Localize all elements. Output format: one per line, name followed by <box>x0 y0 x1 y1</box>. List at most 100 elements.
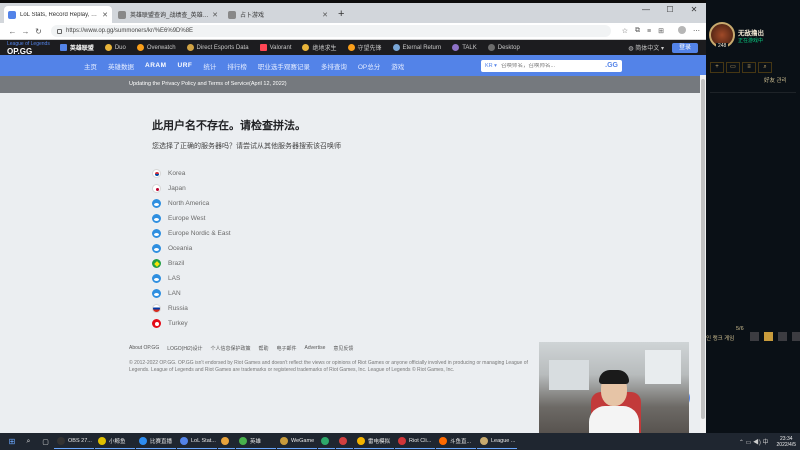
taskbar-app[interactable]: 雷电模拟 <box>354 434 394 449</box>
mission-icon[interactable] <box>778 332 787 341</box>
taskbar-app[interactable]: Riot Cli... <box>395 434 435 449</box>
task-view-icon[interactable]: ▢ <box>37 433 54 450</box>
search-icon[interactable]: ⌕ <box>20 433 37 450</box>
region-item-russia[interactable]: Russia <box>152 301 632 316</box>
taskbar-app[interactable]: 英雄 <box>236 434 276 449</box>
subnav-op-score[interactable]: OP总分 <box>358 61 380 71</box>
close-icon[interactable]: ✕ <box>322 11 328 19</box>
taskbar-app[interactable]: WeGame <box>277 434 317 449</box>
footer-link-advertise[interactable]: Advertise <box>305 345 326 352</box>
search-button[interactable]: .GG <box>605 62 618 69</box>
more-icon[interactable]: ⋯ <box>693 27 700 35</box>
back-icon[interactable]: ← <box>6 27 19 36</box>
help-icon[interactable] <box>792 332 800 341</box>
game-pubg[interactable]: 绝地求生 <box>302 43 337 52</box>
summoner-name: 无敌撸出 <box>738 30 764 37</box>
app-icon <box>239 437 247 445</box>
add-friend-icon[interactable]: + <box>710 62 724 73</box>
search-icon[interactable]: ⌕ <box>758 62 772 73</box>
subnav-pro-spectate[interactable]: 职业选手观赛记录 <box>258 61 310 71</box>
subnav-home[interactable]: 主页 <box>84 61 97 71</box>
subnav-multisearch[interactable]: 多排查询 <box>321 61 347 71</box>
notice-bar[interactable]: Updating the Privacy Policy and Terms of… <box>0 76 706 93</box>
footer-link-logo[interactable]: LOGO(Hi2)设计 <box>167 345 202 352</box>
eternal-return-icon <box>392 44 400 51</box>
game-eternal-return[interactable]: Eternal Return <box>392 44 441 51</box>
footer-link-feedback[interactable]: 意见反馈 <box>333 345 353 352</box>
profile-icon[interactable] <box>671 26 686 36</box>
collections-icon[interactable]: ⊞ <box>658 27 664 35</box>
footer-link-email[interactable]: 电子邮件 <box>277 345 297 352</box>
minimize-button[interactable]: — <box>634 3 658 17</box>
region-select[interactable]: KR ▾ <box>485 63 497 69</box>
close-icon[interactable]: ✕ <box>102 11 108 19</box>
taskbar-app[interactable]: LoL Stat... <box>177 434 217 449</box>
close-window-button[interactable]: ✕ <box>682 3 706 17</box>
subnav-stats[interactable]: 统计 <box>203 61 216 71</box>
game-esports[interactable]: Direct Esports Data <box>186 44 249 51</box>
region-item-brazil[interactable]: Brazil <box>152 256 632 271</box>
friends-label[interactable]: 好友 관리 <box>764 76 787 84</box>
region-item-japan[interactable]: Japan <box>152 181 632 196</box>
taskbar-app[interactable]: 小鲸鱼 <box>95 434 135 449</box>
windows-start-icon[interactable]: ⊞ <box>4 433 20 450</box>
search-input[interactable] <box>500 62 606 69</box>
tab-opgg[interactable]: LoL Stats, Record Replay, Guide ✕ <box>4 6 112 23</box>
duo-icon <box>104 44 112 51</box>
taskbar-app[interactable]: OBS 27... <box>54 434 94 449</box>
list-icon[interactable]: ≡ <box>742 62 756 73</box>
language-select[interactable]: ◍ 简体中文 ▾ <box>628 43 664 52</box>
subnav-leaderboards[interactable]: 排行榜 <box>227 61 247 71</box>
region-item-oceania[interactable]: Oceania <box>152 241 632 256</box>
game-overwatch[interactable]: Overwatch <box>136 44 176 51</box>
region-item-europe-nordic-east[interactable]: Europe Nordic & East <box>152 226 632 241</box>
taskbar-app[interactable] <box>336 434 353 449</box>
url-field[interactable]: https://www.op.gg/summoners/kr/%E6%9D%8E <box>51 25 611 37</box>
chat-icon[interactable] <box>750 332 759 341</box>
tab-lol-query[interactable]: 英雄联盟查询_战绩查_英雄联盟 ✕ <box>114 6 222 23</box>
taskbar-app[interactable] <box>218 434 235 449</box>
refresh-icon[interactable]: ↻ <box>32 27 45 36</box>
taskbar-app[interactable]: League ... <box>477 434 517 449</box>
browser-toolbar-icons: ☆ ⧉ ≡ ⊞ ⋯ <box>615 26 700 36</box>
footer-link-about[interactable]: About OP.GG <box>129 345 159 352</box>
tab-third[interactable]: 占卜游戏 ✕ <box>224 6 332 23</box>
folder-icon[interactable]: ▭ <box>726 62 740 73</box>
region-item-lan[interactable]: LAN <box>152 286 632 301</box>
region-item-europe-west[interactable]: Europe West <box>152 211 632 226</box>
game-overwatch2[interactable]: 守望先锋 <box>347 43 382 52</box>
error-subtitle: 您选择了正确的服务器吗？请尝试从其他服务器搜索该召唤师 <box>152 143 341 150</box>
warning-icon[interactable] <box>764 332 773 341</box>
taskbar-app[interactable]: 比赛直播 <box>136 434 176 449</box>
footer-link-privacy[interactable]: 个人信息保护政策 <box>210 345 250 352</box>
taskbar-app[interactable] <box>318 434 335 449</box>
region-item-las[interactable]: LAS <box>152 271 632 286</box>
region-item-turkey[interactable]: Turkey <box>152 316 632 331</box>
region-item-north-america[interactable]: North America <box>152 196 632 211</box>
star-icon[interactable]: ☆ <box>622 27 628 35</box>
favorites-icon[interactable]: ≡ <box>647 28 651 35</box>
game-duo[interactable]: Duo <box>104 44 126 51</box>
subnav-games[interactable]: 游戏 <box>391 61 404 71</box>
tray-icons[interactable]: ⌃ ▭ ◀) 中 <box>739 437 769 446</box>
tab-label: 占卜游戏 <box>240 13 265 19</box>
opgg-logo[interactable]: League of Legends OP.GG <box>7 40 50 56</box>
subnav-urf[interactable]: URF <box>178 62 193 69</box>
forward-icon[interactable]: → <box>19 27 32 36</box>
taskbar-app[interactable]: 斗鱼直... <box>436 434 476 449</box>
subnav-aram[interactable]: ARAM <box>145 62 167 69</box>
region-item-korea[interactable]: Korea <box>152 166 632 181</box>
clock[interactable]: 23:34 2022/4/5 <box>777 436 796 448</box>
extensions-icon[interactable]: ⧉ <box>635 27 640 35</box>
close-icon[interactable]: ✕ <box>212 11 218 19</box>
footer-link-help[interactable]: 帮助 <box>259 345 269 352</box>
subnav-champions[interactable]: 英雄数据 <box>108 61 134 71</box>
game-desktop[interactable]: Desktop <box>487 44 520 51</box>
new-tab-icon[interactable]: + <box>338 8 344 20</box>
game-lol[interactable]: 英雄联盟 <box>59 43 94 52</box>
login-button[interactable]: 登录 <box>672 42 698 53</box>
scroll-thumb[interactable] <box>701 79 705 419</box>
game-talk[interactable]: TALK <box>452 44 477 51</box>
game-valorant[interactable]: Valorant <box>259 44 291 51</box>
maximize-button[interactable]: ☐ <box>658 3 682 17</box>
